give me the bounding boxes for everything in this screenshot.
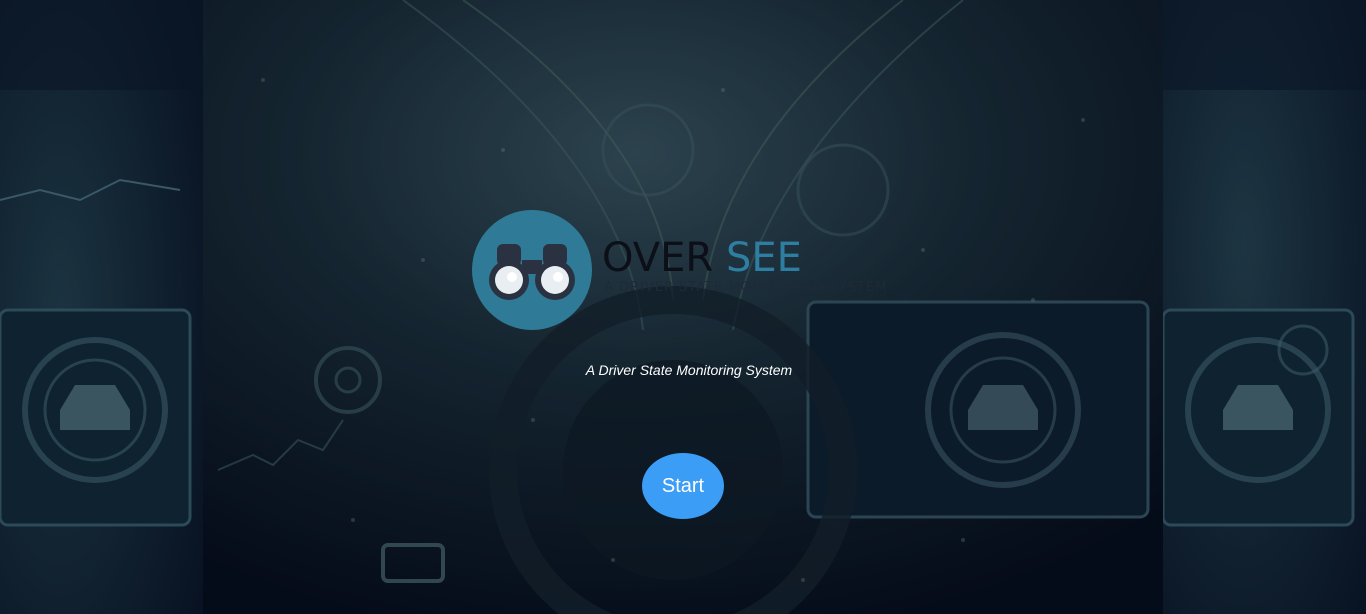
page-subtitle: A Driver State Monitoring System [585,362,793,378]
logo-word-over: OVER [602,235,714,281]
logo-tagline: A DRIVER STATE MONITORING SYSTEM [604,280,888,295]
oversee-logo: OVER SEE A DRIVER STATE MONITORING SYSTE… [472,210,912,332]
background-tile-left [0,0,203,614]
background-tile-right [1163,0,1366,614]
logo-wordmark: OVER SEE [602,238,802,278]
binoculars-icon [489,244,575,300]
start-button[interactable]: Start [642,453,724,519]
landing-page: OVER SEE A DRIVER STATE MONITORING SYSTE… [0,0,1366,614]
logo-word-see: SEE [725,235,802,281]
logo-badge [472,210,592,330]
